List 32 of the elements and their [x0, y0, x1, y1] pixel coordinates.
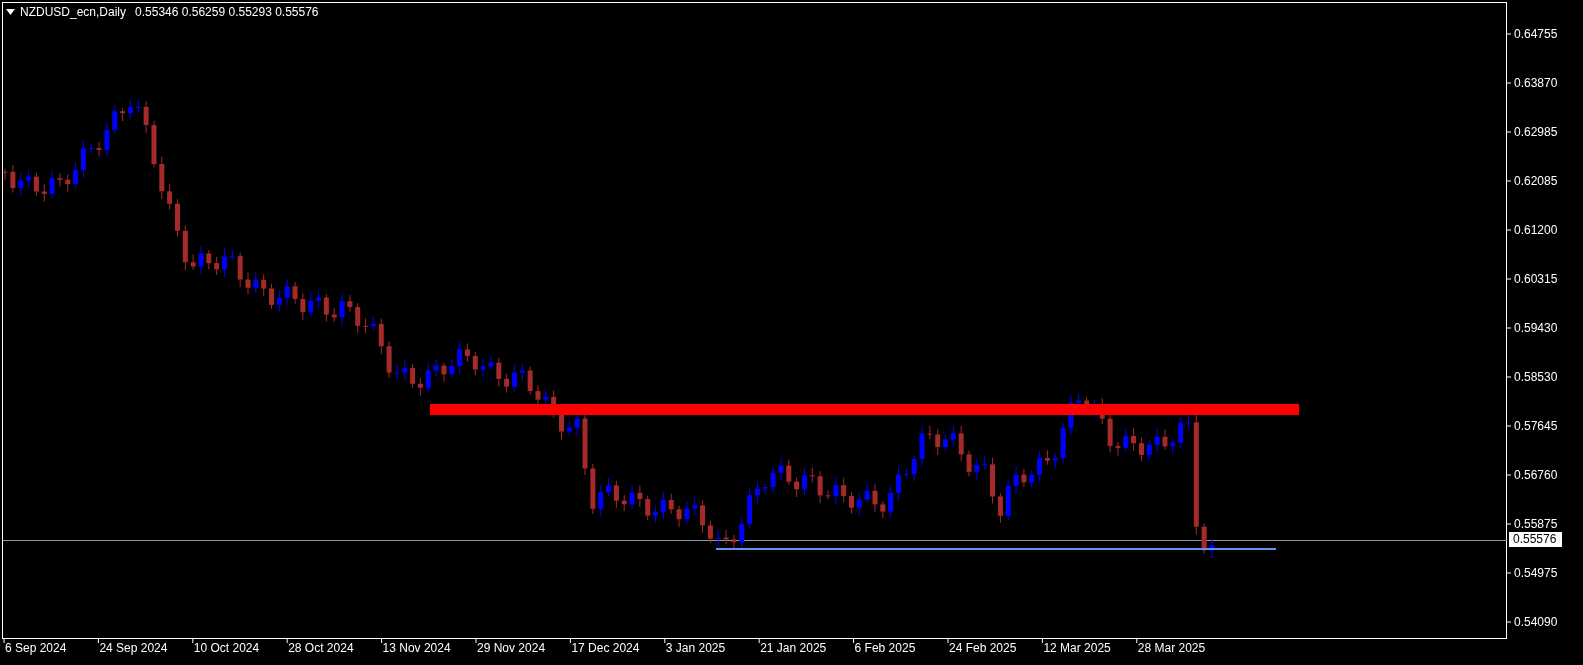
time-axis-label: 21 Jan 2025 — [760, 641, 827, 655]
time-axis-label: 17 Dec 2024 — [571, 641, 640, 655]
resistance-zone[interactable] — [430, 404, 1299, 415]
price-axis-label: 0.55875 — [1514, 517, 1558, 531]
price-axis-label: 0.58530 — [1514, 370, 1558, 384]
time-axis-label: 3 Jan 2025 — [665, 641, 726, 655]
time-axis-label: 24 Feb 2025 — [949, 641, 1017, 655]
time-axis-label: 10 Oct 2024 — [193, 641, 260, 655]
support-line[interactable] — [715, 548, 1277, 550]
price-axis-label: 0.54090 — [1514, 615, 1558, 629]
price-axis-label: 0.63870 — [1514, 76, 1558, 90]
current-price-label: 0.55576 — [1509, 532, 1563, 547]
price-axis-label: 0.56760 — [1514, 468, 1558, 482]
dropdown-triangle-icon[interactable] — [6, 9, 15, 15]
symbol-label: NZDUSD_ecn,Daily — [20, 4, 127, 20]
time-axis-label: 12 Mar 2025 — [1043, 641, 1111, 655]
price-axis-label: 0.62985 — [1514, 125, 1558, 139]
price-axis-label: 0.64755 — [1514, 27, 1558, 41]
price-axis-label: 0.59430 — [1514, 321, 1558, 335]
time-axis-label: 6 Sep 2024 — [5, 641, 67, 655]
time-axis-label: 28 Mar 2025 — [1137, 641, 1206, 655]
price-axis-label: 0.57645 — [1514, 419, 1558, 433]
price-axis-label: 0.60315 — [1514, 272, 1558, 286]
price-axis-label: 0.62085 — [1514, 174, 1558, 188]
price-axis-label: 0.61200 — [1514, 223, 1558, 237]
ohlc-values: 0.55346 0.56259 0.55293 0.55576 — [135, 4, 319, 20]
time-axis-label: 6 Feb 2025 — [854, 641, 916, 655]
time-axis-label: 13 Nov 2024 — [382, 641, 451, 655]
time-axis-label: 29 Nov 2024 — [477, 641, 546, 655]
time-axis-label: 28 Oct 2024 — [288, 641, 354, 655]
time-axis-label: 24 Sep 2024 — [99, 641, 168, 655]
price-axis-label: 0.54975 — [1514, 566, 1558, 580]
